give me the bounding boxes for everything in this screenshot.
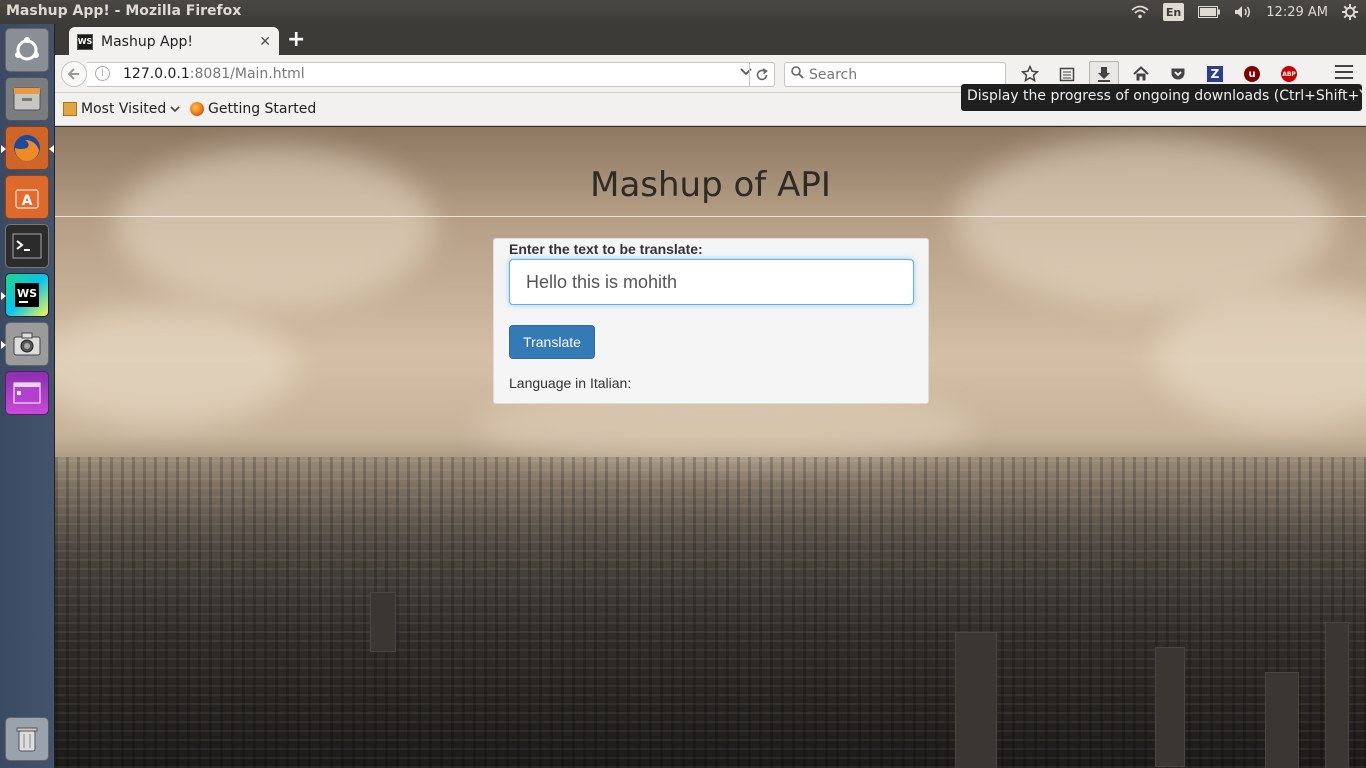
translate-button[interactable]: Translate (509, 325, 595, 359)
menu-icon[interactable] (1335, 65, 1353, 81)
webstorm-favicon-icon: WS (77, 33, 93, 50)
bookmark-most-visited[interactable]: Most Visited (63, 101, 180, 117)
text-to-translate-input[interactable] (509, 259, 914, 305)
firefox-icon[interactable] (1, 126, 54, 170)
focused-indicator-icon (49, 145, 54, 153)
volume-icon[interactable] (1234, 3, 1252, 21)
svg-text:A: A (22, 193, 33, 209)
window-title: Mashup App! - Mozilla Firefox (6, 3, 242, 19)
url-host: 127.0.0.1 (123, 66, 190, 82)
battery-icon[interactable] (1198, 3, 1221, 21)
bookmark-getting-started[interactable]: Getting Started (190, 101, 316, 117)
tab-mashup-app[interactable]: WS Mashup App! ✕ (69, 27, 279, 56)
indicator-area: En 12:29 AM (1131, 0, 1358, 24)
input-label: Enter the text to be translate: (509, 241, 703, 257)
tab-strip: WS Mashup App! ✕ + (55, 24, 1366, 56)
back-button[interactable] (61, 61, 87, 87)
new-tab-button[interactable]: + (287, 28, 305, 52)
bookmark-label: Getting Started (208, 101, 317, 117)
result-label: Language in Italian: (509, 375, 632, 391)
translate-panel: Enter the text to be translate: Translat… (493, 238, 929, 404)
screenshot-icon[interactable] (1, 322, 49, 366)
keyboard-layout-indicator[interactable]: En (1162, 3, 1185, 21)
webstorm-icon[interactable]: WS (1, 273, 49, 317)
trash-icon[interactable] (5, 717, 49, 761)
running-indicator-icon (1, 292, 6, 300)
site-info-icon[interactable]: i (95, 66, 110, 81)
divider (55, 216, 1366, 217)
search-placeholder: Search (809, 67, 858, 83)
search-icon (791, 66, 804, 83)
tab-title: Mashup App! (101, 33, 193, 50)
firefox-favicon-icon (190, 102, 204, 116)
running-indicator-icon (1, 341, 6, 349)
clock[interactable]: 12:29 AM (1266, 5, 1328, 20)
files-icon[interactable] (5, 77, 49, 121)
app-window-icon[interactable] (5, 371, 49, 415)
bookmark-label: Most Visited (81, 101, 167, 117)
terminal-icon[interactable] (5, 224, 49, 268)
reload-button[interactable] (749, 62, 775, 87)
settings-gear-icon[interactable] (1342, 3, 1358, 21)
url-text[interactable]: 127.0.0.1:8081/Main.html (123, 66, 305, 82)
ubuntu-dash-icon[interactable] (5, 28, 49, 72)
svg-text:WS: WS (17, 287, 37, 300)
page-viewport: Mashup of API Enter the text to be trans… (55, 127, 1366, 768)
firefox-window: WS Mashup App! ✕ + i 127.0.0.1:8081/Main… (55, 24, 1366, 768)
downloads-tooltip: Display the progress of ongoing download… (961, 84, 1366, 111)
url-path: :8081/Main.html (189, 66, 305, 82)
close-tab-icon[interactable]: ✕ (259, 34, 271, 50)
page-title: Mashup of API (590, 165, 831, 205)
top-panel: Mashup App! - Mozilla Firefox En 12:29 A… (0, 0, 1366, 24)
wifi-icon[interactable] (1131, 3, 1149, 21)
chevron-down-icon (170, 105, 180, 112)
running-indicator-icon (1, 145, 6, 153)
launcher: A WS (0, 24, 55, 768)
software-center-icon[interactable]: A (5, 175, 49, 219)
folder-icon (63, 102, 77, 116)
url-bar[interactable]: i 127.0.0.1:8081/Main.html (87, 62, 775, 87)
